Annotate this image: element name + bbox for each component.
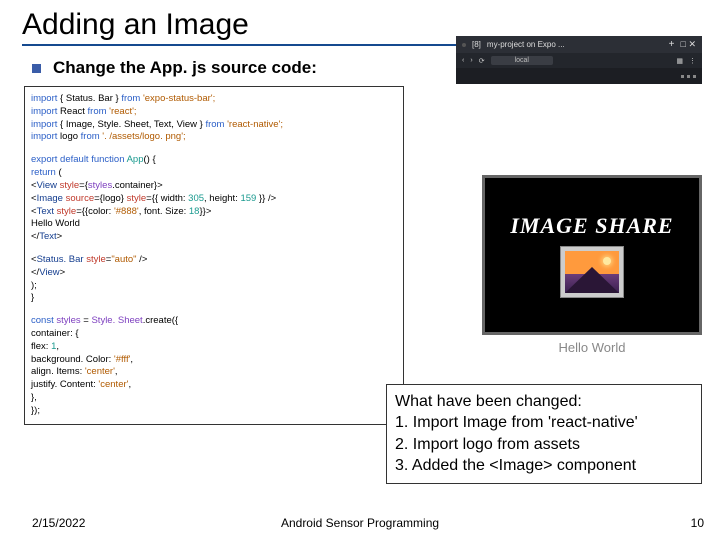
footer-page: 10 — [691, 516, 704, 530]
app-logo-image — [561, 247, 623, 297]
refresh-icon: ⟳ — [479, 57, 485, 65]
back-icon: ‹ — [462, 57, 464, 64]
emulator-tab-bar: [8] my-project on Expo ... + □ ✕ — [456, 36, 702, 53]
footer: 2/15/2022 Android Sensor Programming 10 — [0, 516, 720, 530]
app-preview: IMAGE SHARE — [482, 175, 702, 335]
app-hello-text: Hello World — [482, 340, 702, 355]
tab-title: my-project on Expo ... — [487, 40, 565, 49]
status-icon — [693, 75, 696, 78]
changes-heading: What have been changed: — [395, 391, 693, 413]
emulator-nav-bar: ‹ › ⟳ local ▦ ⋮ — [456, 53, 702, 68]
plus-icon: + — [669, 39, 675, 50]
bullet-icon — [32, 64, 41, 73]
code-block: import { Status. Bar } from 'expo-status… — [24, 86, 404, 425]
menu-dots-icon: ⋮ — [689, 57, 696, 65]
emulator-window: [8] my-project on Expo ... + □ ✕ ‹ › ⟳ l… — [456, 36, 702, 84]
changes-item: 3. Added the <Image> component — [395, 455, 693, 477]
status-icon — [681, 75, 684, 78]
changes-item: 1. Import Image from 'react-native' — [395, 412, 693, 434]
grid-icon: ▦ — [676, 57, 683, 65]
tab-index: [8] — [472, 40, 481, 49]
window-controls-icon: □ ✕ — [681, 39, 696, 50]
url-bar: local — [491, 56, 553, 65]
changes-item: 2. Import logo from assets — [395, 434, 693, 456]
status-icon — [687, 75, 690, 78]
forward-icon: › — [470, 57, 472, 64]
changes-box: What have been changed: 1. Import Image … — [386, 384, 702, 484]
footer-date: 2/15/2022 — [32, 516, 85, 530]
tab-dot-icon — [462, 43, 466, 47]
emulator-status-bar — [456, 68, 702, 84]
bullet-text: Change the App. js source code: — [53, 58, 317, 78]
footer-center: Android Sensor Programming — [281, 516, 439, 530]
app-logo-text: IMAGE SHARE — [510, 213, 673, 239]
